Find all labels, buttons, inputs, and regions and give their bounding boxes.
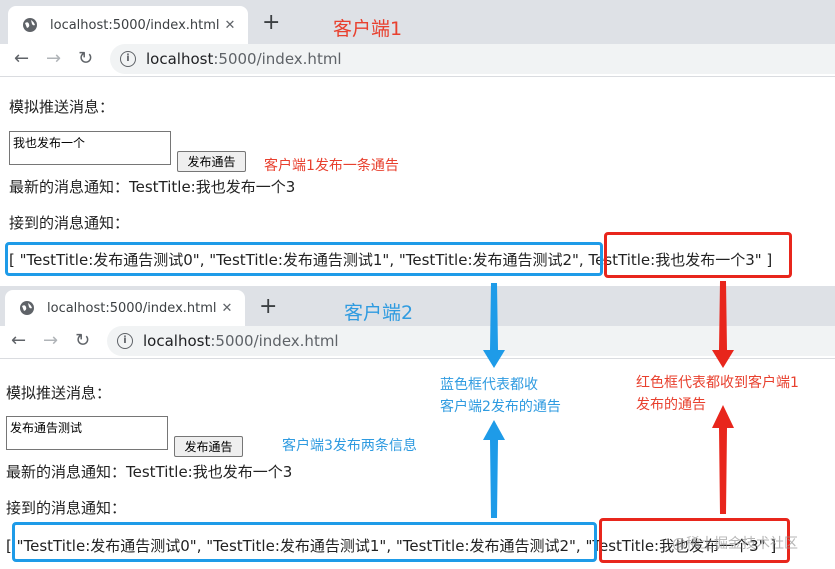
red-arrow-down <box>712 281 734 368</box>
annotation-arrows <box>483 281 734 518</box>
red-arrow-up <box>712 405 734 514</box>
blue-arrow-down <box>483 283 505 368</box>
blue-arrow-up <box>483 420 505 518</box>
watermark: @稀土掘金技术社区 <box>672 536 798 552</box>
